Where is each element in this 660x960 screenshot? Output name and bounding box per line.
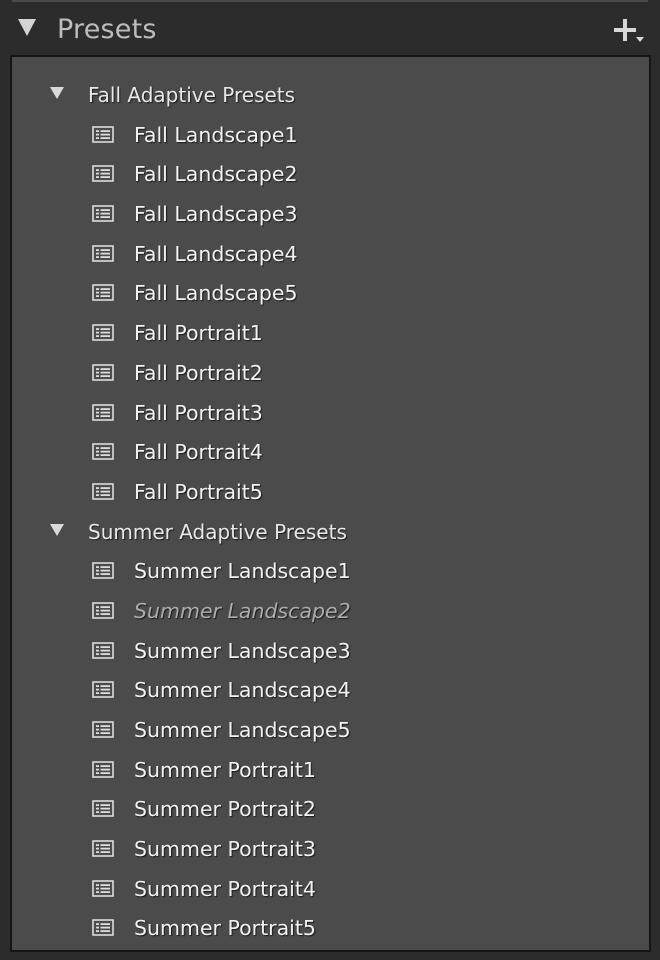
preset-item[interactable]: Summer Portrait2 <box>12 790 649 830</box>
preset-item[interactable]: Summer Portrait5 <box>12 909 649 949</box>
preset-label[interactable]: Summer Landscape3 <box>134 637 351 665</box>
preset-group[interactable]: Fall Adaptive Presets <box>12 76 649 116</box>
preset-item[interactable]: Summer Landscape4 <box>12 671 649 711</box>
preset-document-icon <box>92 244 114 262</box>
preset-document-icon <box>92 879 114 897</box>
preset-document-icon <box>92 125 114 143</box>
preset-label[interactable]: Summer Portrait1 <box>134 756 316 784</box>
preset-item[interactable]: Summer Landscape5 <box>12 711 649 751</box>
add-preset-button[interactable] <box>612 16 644 46</box>
preset-label[interactable]: Summer Portrait4 <box>134 875 316 903</box>
preset-label[interactable]: Fall Portrait3 <box>134 399 263 427</box>
preset-item[interactable]: Fall Landscape2 <box>12 155 649 195</box>
preset-item[interactable]: Summer Portrait1 <box>12 751 649 791</box>
preset-label[interactable]: Fall Portrait1 <box>134 319 263 347</box>
preset-label[interactable]: Summer Portrait3 <box>134 835 316 863</box>
preset-label[interactable]: Fall Landscape4 <box>134 240 298 268</box>
presets-header[interactable]: Presets <box>0 6 660 52</box>
expand-triangle-icon[interactable] <box>50 523 64 536</box>
preset-item[interactable]: Fall Landscape1 <box>12 116 649 156</box>
preset-document-icon <box>92 681 114 699</box>
preset-document-icon <box>92 165 114 183</box>
preset-item[interactable]: Summer Landscape1 <box>12 552 649 592</box>
preset-document-icon <box>92 760 114 778</box>
preset-document-icon <box>92 483 114 500</box>
preset-label[interactable]: Fall Landscape1 <box>134 121 298 149</box>
preset-label[interactable]: Fall Landscape5 <box>134 279 298 307</box>
preset-label[interactable]: Summer Landscape1 <box>134 557 351 585</box>
preset-document-icon <box>92 840 114 857</box>
preset-label[interactable]: Fall Portrait2 <box>134 359 263 387</box>
preset-label[interactable]: Fall Landscape2 <box>134 160 298 188</box>
dropdown-caret-icon <box>636 37 644 42</box>
preset-label[interactable]: Summer Portrait2 <box>134 795 316 823</box>
presets-panel: Presets Fall Adaptive Presets Fall Landsc… <box>0 0 660 960</box>
collapse-triangle-icon[interactable] <box>18 19 36 36</box>
preset-label[interactable]: Fall Portrait5 <box>134 478 263 506</box>
top-divider <box>12 0 648 2</box>
preset-item[interactable]: Fall Portrait2 <box>12 354 649 394</box>
preset-document-icon <box>92 443 114 460</box>
preset-document-icon <box>92 403 114 421</box>
preset-item[interactable]: Fall Portrait3 <box>12 394 649 434</box>
preset-label[interactable]: Summer Landscape2 <box>134 597 351 625</box>
preset-item[interactable]: Fall Portrait4 <box>12 433 649 473</box>
preset-document-icon <box>92 641 114 659</box>
group-label: Fall Adaptive Presets <box>88 83 296 107</box>
preset-group[interactable]: Summer Adaptive Presets <box>12 513 649 553</box>
preset-item[interactable]: Summer Portrait4 <box>12 870 649 910</box>
preset-item[interactable]: Summer Landscape2 <box>12 592 649 632</box>
preset-item[interactable]: Fall Portrait5 <box>12 473 649 513</box>
preset-item[interactable]: Summer Landscape3 <box>12 632 649 672</box>
preset-document-icon <box>92 602 114 619</box>
preset-document-icon <box>92 562 114 580</box>
preset-document-icon <box>92 919 114 937</box>
preset-item[interactable]: Fall Landscape3 <box>12 195 649 235</box>
panel-title: Presets <box>57 14 157 45</box>
preset-label[interactable]: Fall Landscape3 <box>134 200 298 228</box>
preset-item[interactable]: Fall Landscape4 <box>12 235 649 275</box>
preset-label[interactable]: Summer Landscape5 <box>134 716 351 744</box>
preset-document-icon <box>92 205 114 222</box>
expand-triangle-icon[interactable] <box>50 87 64 99</box>
preset-item[interactable]: Fall Landscape5 <box>12 274 649 314</box>
preset-label[interactable]: Fall Portrait4 <box>134 438 263 466</box>
preset-label[interactable]: Summer Portrait5 <box>134 914 316 942</box>
preset-document-icon <box>92 800 114 818</box>
preset-label[interactable]: Summer Landscape4 <box>134 676 351 704</box>
preset-tree: Fall Adaptive Presets Fall Landscape1 Fall… <box>12 76 649 949</box>
presets-list[interactable]: Fall Adaptive Presets Fall Landscape1 Fall… <box>10 55 651 952</box>
preset-document-icon <box>92 284 114 302</box>
preset-document-icon <box>92 324 114 341</box>
preset-item[interactable]: Fall Portrait1 <box>12 314 649 354</box>
preset-item[interactable]: Summer Portrait3 <box>12 830 649 870</box>
preset-document-icon <box>92 721 114 738</box>
group-label: Summer Adaptive Presets <box>88 519 347 544</box>
preset-document-icon <box>92 364 114 381</box>
